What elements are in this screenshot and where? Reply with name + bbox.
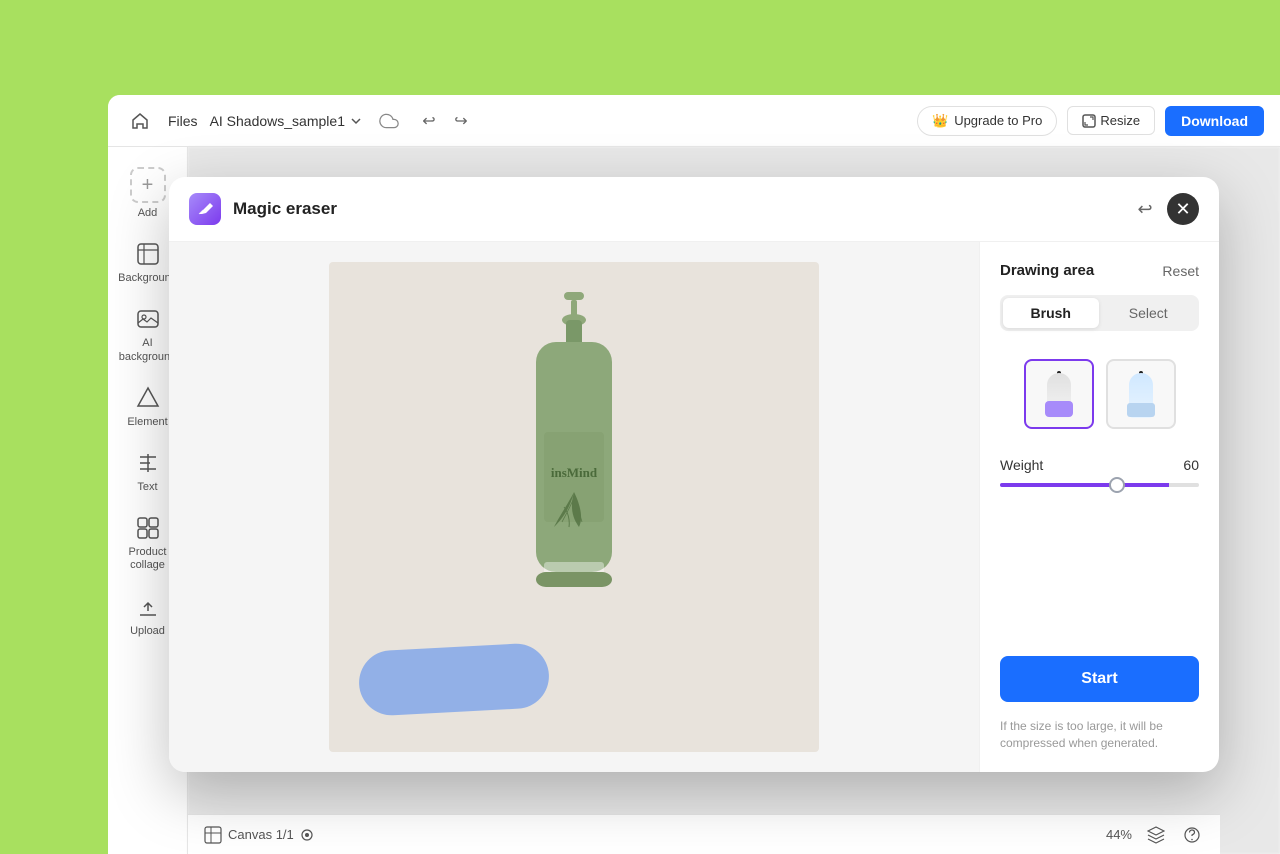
reset-button[interactable]: Reset <box>1162 263 1199 279</box>
weight-slider[interactable] <box>1000 483 1199 487</box>
weight-section: Weight 60 <box>1000 457 1199 487</box>
brush-highlight <box>1045 401 1073 417</box>
modal-body: insMind Some text line <box>169 242 1219 772</box>
tool-tabs: Brush Select <box>1000 295 1199 331</box>
drawing-area-header: Drawing area Reset <box>1000 262 1199 279</box>
modal-title: Magic eraser <box>233 199 1117 219</box>
brush-tools <box>1000 347 1199 441</box>
weight-label-row: Weight 60 <box>1000 457 1199 473</box>
drawing-area-title: Drawing area <box>1000 262 1094 279</box>
modal-header: Magic eraser ↩ ↪ ✕ <box>169 177 1219 242</box>
weight-value: 60 <box>1183 457 1199 473</box>
app-window: Files AI Shadows_sample1 ↩ ↪ 👑 Upgrade t… <box>108 95 1280 854</box>
eraser-tip-bottom <box>1127 403 1155 417</box>
brush-tool-item-2[interactable] <box>1106 359 1176 429</box>
spacer <box>1000 503 1199 640</box>
modal-overlay: Magic eraser ↩ ↪ ✕ <box>108 95 1280 854</box>
hint-text: If the size is too large, it will be com… <box>1000 718 1199 752</box>
canvas-image: insMind Some text line <box>329 262 819 752</box>
start-button[interactable]: Start <box>1000 656 1199 702</box>
weight-label: Weight <box>1000 457 1043 473</box>
select-tab[interactable]: Select <box>1101 298 1197 328</box>
brush-preview-1 <box>1024 359 1094 429</box>
brush-preview-2 <box>1106 359 1176 429</box>
modal-right-panel: Drawing area Reset Brush Select <box>979 242 1219 772</box>
brush-tool-item-1[interactable] <box>1024 359 1094 429</box>
modal-undo-button[interactable]: ↩ <box>1129 193 1161 225</box>
modal-close-button[interactable]: ✕ <box>1167 193 1199 225</box>
magic-eraser-modal: Magic eraser ↩ ↪ ✕ <box>169 177 1219 772</box>
modal-canvas-area[interactable]: insMind Some text line <box>169 242 979 772</box>
brush-tab[interactable]: Brush <box>1003 298 1099 328</box>
svg-text:insMind: insMind <box>551 465 598 480</box>
magic-eraser-icon <box>189 193 221 225</box>
